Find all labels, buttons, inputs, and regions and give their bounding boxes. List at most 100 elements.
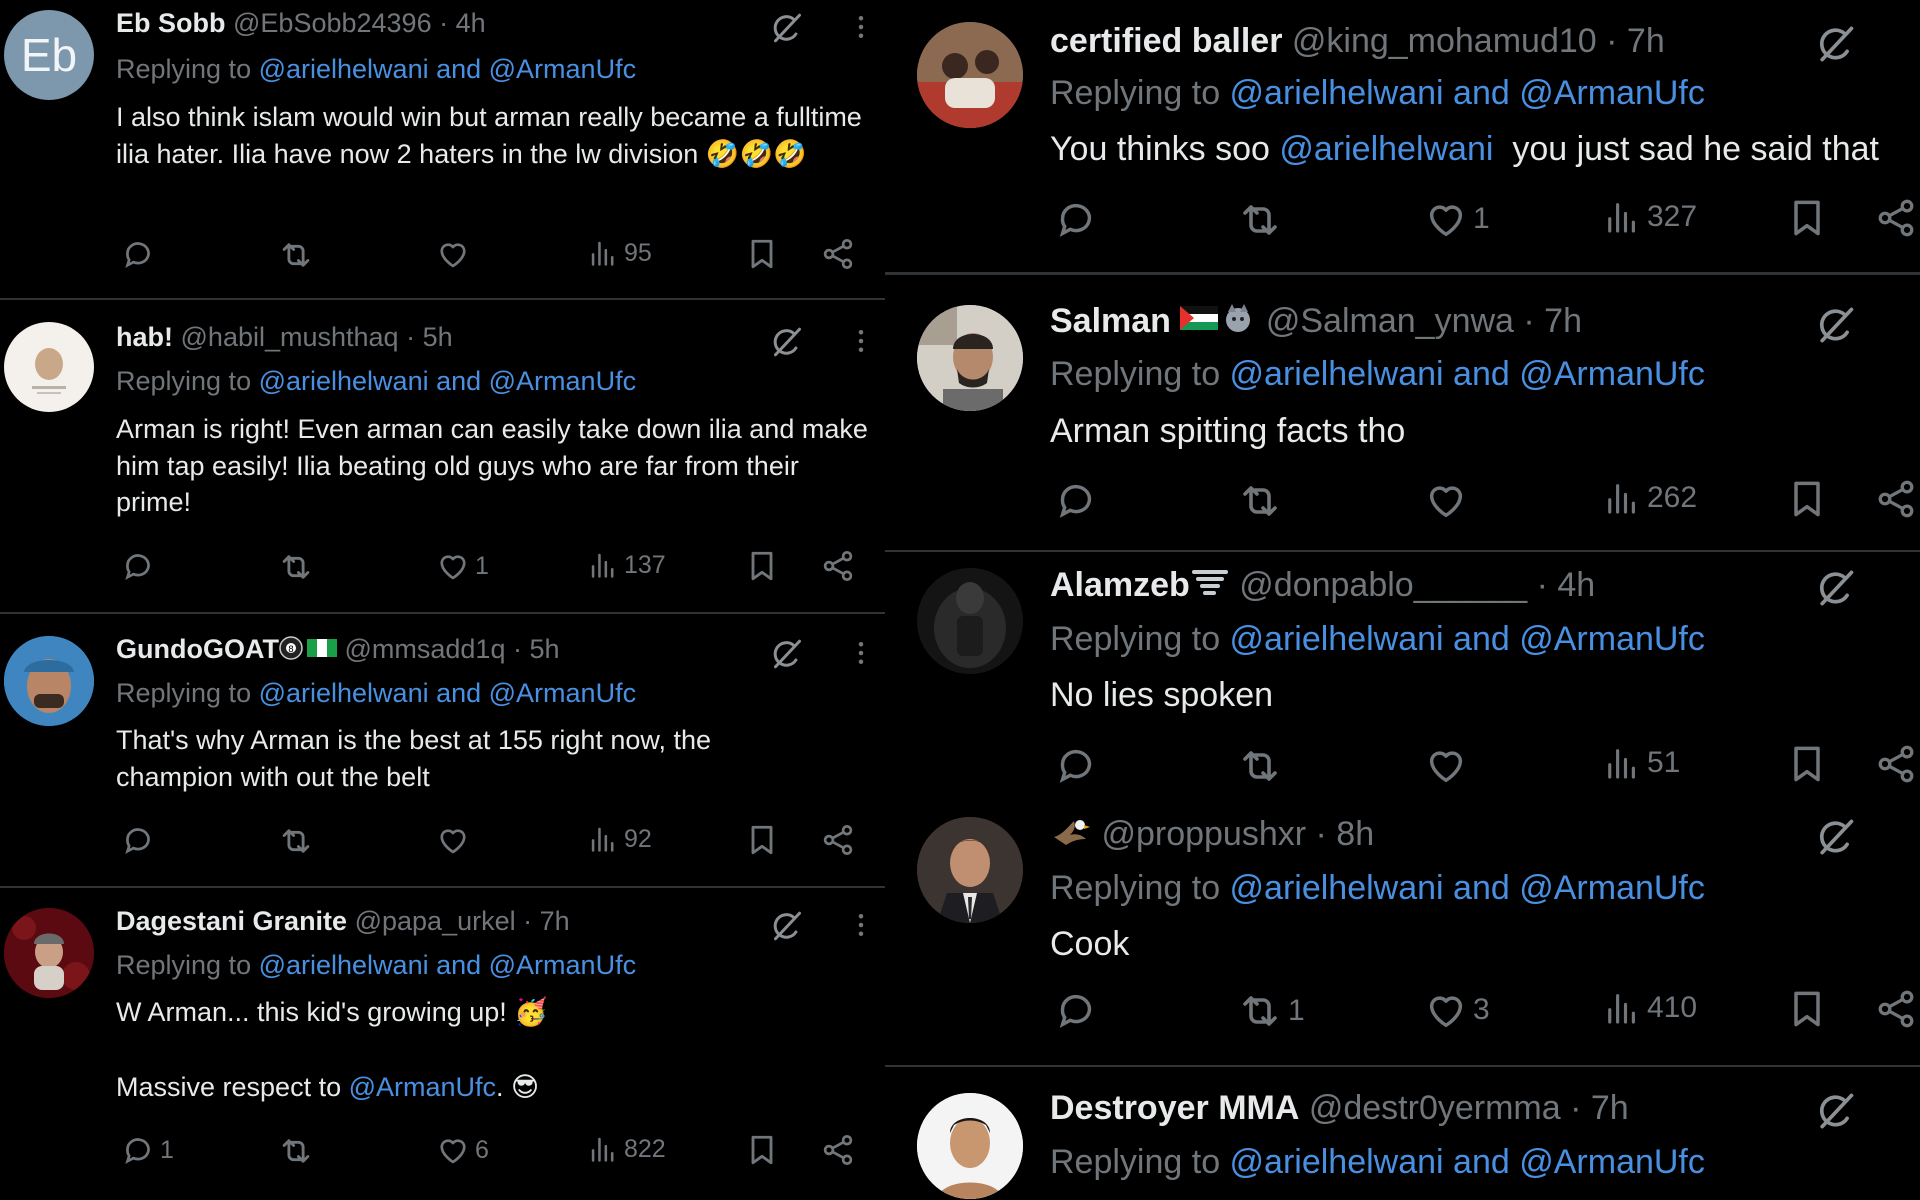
repost-button[interactable]: 1	[1236, 987, 1305, 1035]
reply-button[interactable]	[1053, 987, 1103, 1033]
avatar[interactable]	[917, 22, 1023, 128]
grok-icon[interactable]	[768, 324, 804, 360]
user-handle[interactable]: @destr0yermma	[1309, 1089, 1561, 1127]
reply-button[interactable]	[120, 548, 160, 584]
more-icon[interactable]	[846, 12, 876, 42]
display-name[interactable]: GundoGOAT	[116, 634, 279, 664]
bookmark-button[interactable]	[1785, 477, 1829, 521]
user-handle[interactable]: @donpablo______	[1239, 566, 1527, 604]
display-name[interactable]: Salman	[1050, 302, 1171, 340]
like-button[interactable]: 1	[435, 548, 489, 584]
reply-button[interactable]	[120, 822, 160, 858]
display-name[interactable]: Alamzeb	[1050, 566, 1190, 604]
user-handle[interactable]: @mmsadd1q	[344, 634, 505, 664]
avatar[interactable]: Eb	[4, 10, 94, 100]
reply-tweet[interactable]: Alamzeb @donpablo______ · 4h Replying to…	[885, 552, 1920, 797]
more-icon[interactable]	[846, 638, 876, 668]
reply-tweet[interactable]: Salman @Salman_ynwa · 7h Replying to @ar…	[885, 275, 1920, 550]
reply-tweet[interactable]: Dagestani Granite @papa_urkel · 7h Reply…	[0, 888, 885, 1200]
reply-targets-link[interactable]: @arielhelwani and @ArmanUfc	[1230, 620, 1705, 658]
repost-button[interactable]	[1236, 477, 1288, 525]
avatar[interactable]	[4, 322, 94, 412]
reply-button[interactable]	[1053, 477, 1103, 523]
reply-tweet[interactable]: @proppushxr · 8h Replying to @arielhelwa…	[885, 797, 1920, 1065]
views-button[interactable]: 51	[1601, 742, 1680, 784]
bookmark-button[interactable]	[744, 548, 780, 584]
views-button[interactable]: 327	[1601, 196, 1697, 238]
reply-targets-link[interactable]: @arielhelwani and @ArmanUfc	[1230, 869, 1705, 907]
display-name[interactable]: Eb Sobb	[116, 8, 226, 38]
user-handle[interactable]: @papa_urkel	[355, 906, 516, 936]
like-button[interactable]	[1423, 477, 1473, 523]
like-button[interactable]: 3	[1423, 987, 1490, 1033]
reply-tweet[interactable]: hab! @habil_mushthaq · 5h Replying to @a…	[0, 300, 885, 612]
bookmark-button[interactable]	[744, 236, 780, 272]
reply-button[interactable]	[1053, 196, 1103, 242]
grok-icon[interactable]	[768, 636, 804, 672]
avatar[interactable]	[4, 636, 94, 726]
reply-targets-link[interactable]: @arielhelwani and @ArmanUfc	[1230, 1143, 1705, 1181]
reply-targets-link[interactable]: @arielhelwani and @ArmanUfc	[1230, 74, 1705, 112]
bookmark-button[interactable]	[1785, 987, 1829, 1031]
like-button[interactable]: 1	[1423, 196, 1490, 242]
share-button[interactable]	[820, 1132, 856, 1168]
repost-button[interactable]	[277, 822, 319, 860]
repost-button[interactable]	[277, 548, 319, 586]
reply-targets-link[interactable]: @arielhelwani and @ArmanUfc	[1230, 355, 1705, 393]
share-button[interactable]	[1874, 477, 1918, 521]
display-name[interactable]: Dagestani Granite	[116, 906, 347, 936]
grok-icon[interactable]	[1813, 303, 1857, 347]
bookmark-button[interactable]	[744, 1132, 780, 1168]
user-handle[interactable]: @king_mohamud10	[1292, 22, 1597, 60]
display-name[interactable]: certified baller	[1050, 22, 1282, 60]
bookmark-button[interactable]	[1785, 742, 1829, 786]
user-handle[interactable]: @proppushxr	[1101, 815, 1306, 853]
reply-targets-link[interactable]: @arielhelwani and @ArmanUfc	[259, 678, 636, 708]
display-name[interactable]: Destroyer MMA	[1050, 1089, 1299, 1127]
reply-targets-link[interactable]: @arielhelwani and @ArmanUfc	[259, 366, 636, 396]
more-icon[interactable]	[846, 326, 876, 356]
share-button[interactable]	[820, 236, 856, 272]
like-button[interactable]	[435, 822, 475, 858]
share-button[interactable]	[820, 548, 856, 584]
timestamp[interactable]: · 8h	[1316, 815, 1375, 853]
repost-button[interactable]	[277, 236, 319, 274]
repost-button[interactable]	[277, 1132, 319, 1170]
repost-button[interactable]	[1236, 742, 1288, 790]
like-button[interactable]	[1423, 742, 1473, 788]
timestamp[interactable]: · 5h	[513, 634, 560, 664]
grok-icon[interactable]	[768, 908, 804, 944]
repost-button[interactable]	[1236, 196, 1288, 244]
avatar[interactable]	[917, 1093, 1023, 1199]
grok-icon[interactable]	[1813, 1089, 1857, 1133]
timestamp[interactable]: · 7h	[1606, 22, 1665, 60]
reply-tweet[interactable]: Eb Eb Sobb @EbSobb24396 · 4h Replying to…	[0, 0, 885, 298]
reply-button[interactable]	[120, 236, 160, 272]
views-button[interactable]: 137	[586, 548, 666, 582]
like-button[interactable]	[435, 236, 475, 272]
reply-tweet[interactable]: certified baller @king_mohamud10 · 7h Re…	[885, 0, 1920, 272]
reply-targets-link[interactable]: @arielhelwani and @ArmanUfc	[259, 54, 636, 84]
grok-icon[interactable]	[1813, 815, 1857, 859]
user-handle[interactable]: @EbSobb24396	[233, 8, 432, 38]
timestamp[interactable]: · 4h	[439, 8, 486, 38]
views-button[interactable]: 262	[1601, 477, 1697, 519]
share-button[interactable]	[1874, 987, 1918, 1031]
timestamp[interactable]: · 7h	[1523, 302, 1582, 340]
share-button[interactable]	[1874, 742, 1918, 786]
views-button[interactable]: 92	[586, 822, 652, 856]
avatar[interactable]	[917, 817, 1023, 923]
more-icon[interactable]	[846, 910, 876, 940]
user-handle[interactable]: @habil_mushthaq	[181, 322, 399, 352]
timestamp[interactable]: · 7h	[1570, 1089, 1629, 1127]
reply-targets-link[interactable]: @arielhelwani and @ArmanUfc	[259, 950, 636, 980]
bookmark-button[interactable]	[1785, 196, 1829, 240]
grok-icon[interactable]	[768, 10, 804, 46]
grok-icon[interactable]	[1813, 566, 1857, 610]
reply-tweet[interactable]: Destroyer MMA @destr0yermma · 7h Replyin…	[885, 1067, 1920, 1200]
reply-button[interactable]	[1053, 742, 1103, 788]
display-name[interactable]: hab!	[116, 322, 173, 352]
mention-link[interactable]: @arielhelwani	[1279, 130, 1493, 168]
share-button[interactable]	[1874, 196, 1918, 240]
share-button[interactable]	[820, 822, 856, 858]
